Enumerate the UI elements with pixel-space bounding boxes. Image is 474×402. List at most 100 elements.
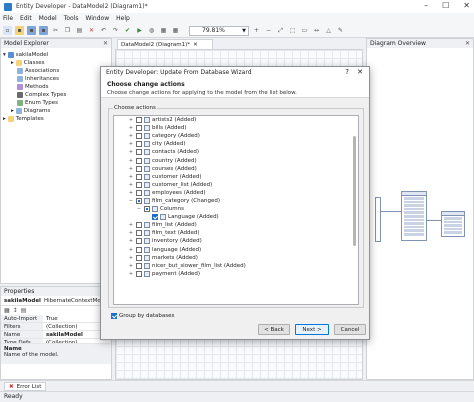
expand-icon[interactable]: + bbox=[128, 165, 134, 173]
action-item[interactable]: + country (Added) bbox=[114, 156, 358, 164]
cancel-button[interactable]: Cancel bbox=[334, 324, 366, 335]
action-item[interactable]: + inventory (Added) bbox=[114, 237, 358, 245]
group-by-checkbox[interactable] bbox=[111, 313, 117, 319]
expand-icon[interactable]: + bbox=[128, 221, 134, 229]
overview-canvas[interactable] bbox=[367, 49, 473, 379]
expand-icon[interactable]: + bbox=[128, 246, 134, 254]
action-checkbox[interactable] bbox=[136, 157, 142, 164]
close-tab-icon[interactable]: ✕ bbox=[193, 42, 198, 48]
alphabetical-icon[interactable]: ↕ bbox=[13, 307, 18, 314]
property-pages-icon[interactable]: ▤ bbox=[21, 307, 27, 314]
action-checkbox[interactable] bbox=[136, 230, 142, 237]
database-icon[interactable]: ◍ bbox=[147, 26, 156, 35]
menu-file[interactable]: File bbox=[3, 15, 13, 22]
grid-icon[interactable]: ▦ bbox=[171, 26, 180, 35]
open-icon[interactable]: ▪ bbox=[15, 26, 24, 35]
back-button[interactable]: < Back bbox=[258, 324, 290, 335]
tree-item-classes[interactable]: ▸ Classes bbox=[3, 59, 109, 67]
action-checkbox[interactable] bbox=[136, 117, 142, 124]
action-item[interactable]: + language (Added) bbox=[114, 246, 358, 254]
tab-diagram1[interactable]: DataModel2 (Diagram1)* ✕ bbox=[117, 39, 213, 49]
action-item[interactable]: Language (Added) bbox=[114, 213, 358, 221]
help-button[interactable]: ? bbox=[345, 68, 349, 76]
undo-icon[interactable]: ↶ bbox=[99, 26, 108, 35]
group-by-databases[interactable]: Group by databases bbox=[109, 313, 174, 319]
collapse-icon[interactable]: − bbox=[128, 197, 134, 205]
categorized-icon[interactable]: ▦ bbox=[4, 307, 10, 314]
zoom-out-icon[interactable]: − bbox=[264, 26, 273, 35]
expand-icon[interactable]: + bbox=[128, 124, 134, 132]
fit-icon[interactable]: ⤢ bbox=[276, 26, 285, 35]
action-checkbox[interactable] bbox=[136, 262, 142, 269]
save-icon[interactable]: ▪ bbox=[27, 26, 36, 35]
menu-model[interactable]: Model bbox=[39, 15, 57, 22]
expand-icon[interactable]: + bbox=[128, 237, 134, 245]
action-item[interactable]: + artists2 (Added) bbox=[114, 116, 358, 124]
tree-item-methods[interactable]: Methods bbox=[3, 83, 109, 91]
generate-icon[interactable]: ▶ bbox=[135, 26, 144, 35]
action-item[interactable]: + markets (Added) bbox=[114, 254, 358, 262]
comment-icon[interactable]: ✎ bbox=[336, 26, 345, 35]
menu-help[interactable]: Help bbox=[116, 15, 130, 22]
list-scrollbar[interactable] bbox=[353, 118, 357, 304]
tree-item-complex-types[interactable]: Complex Types bbox=[3, 91, 109, 99]
action-checkbox[interactable] bbox=[136, 141, 142, 148]
expand-icon[interactable]: + bbox=[128, 140, 134, 148]
association-tool-icon[interactable]: ↔ bbox=[312, 26, 321, 35]
inheritance-tool-icon[interactable]: △ bbox=[324, 26, 333, 35]
expand-icon[interactable]: + bbox=[128, 189, 134, 197]
action-item[interactable]: + category (Added) bbox=[114, 132, 358, 140]
validate-icon[interactable]: ✔ bbox=[123, 26, 132, 35]
property-value[interactable]: (Collection) bbox=[43, 323, 78, 330]
expand-icon[interactable]: + bbox=[128, 229, 134, 237]
property-value[interactable]: sakilaModel bbox=[43, 331, 83, 338]
tree-item-associations[interactable]: Associations bbox=[3, 67, 109, 75]
redo-icon[interactable]: ↷ bbox=[111, 26, 120, 35]
copy-icon[interactable]: ❐ bbox=[63, 26, 72, 35]
minimize-button[interactable]: – bbox=[424, 1, 428, 10]
expand-icon[interactable]: + bbox=[128, 254, 134, 262]
zoom-select[interactable]: 79.81% ▼ bbox=[189, 25, 249, 36]
panel-close-icon[interactable]: ✕ bbox=[465, 40, 470, 47]
expand-icon[interactable]: + bbox=[128, 116, 134, 124]
property-value[interactable]: (Collection) bbox=[43, 339, 78, 343]
class-icon[interactable]: ▭ bbox=[300, 26, 309, 35]
expand-icon[interactable]: + bbox=[128, 262, 134, 270]
action-checkbox[interactable] bbox=[136, 222, 142, 229]
dialog-close-button[interactable]: ✕ bbox=[357, 68, 363, 76]
action-checkbox[interactable] bbox=[136, 125, 142, 132]
scrollbar-thumb[interactable] bbox=[353, 136, 356, 246]
next-button[interactable]: Next > bbox=[295, 324, 329, 335]
actions-list[interactable]: + artists2 (Added) + bills (Added) + category… bbox=[113, 115, 359, 305]
action-checkbox[interactable] bbox=[136, 246, 142, 253]
action-checkbox[interactable] bbox=[152, 214, 158, 221]
delete-icon[interactable]: ✕ bbox=[87, 26, 96, 35]
action-checkbox[interactable] bbox=[136, 238, 142, 245]
action-item[interactable]: + nicer_but_slower_film_list (Added) bbox=[114, 262, 358, 270]
action-checkbox[interactable] bbox=[136, 133, 142, 140]
action-item[interactable]: + contacts (Added) bbox=[114, 148, 358, 156]
close-window-button[interactable]: ✕ bbox=[463, 1, 470, 10]
action-item[interactable]: + city (Added) bbox=[114, 140, 358, 148]
action-item[interactable]: + film_text (Added) bbox=[114, 229, 358, 237]
action-item[interactable]: + bills (Added) bbox=[114, 124, 358, 132]
collapse-icon[interactable]: − bbox=[136, 205, 142, 213]
panel-close-icon[interactable]: ✕ bbox=[103, 40, 108, 47]
property-row[interactable]: Name sakilaModel bbox=[1, 331, 111, 339]
expand-icon[interactable]: + bbox=[128, 157, 134, 165]
action-item[interactable]: − film_category (Changed) bbox=[114, 197, 358, 205]
action-item[interactable]: + courses (Added) bbox=[114, 165, 358, 173]
action-checkbox[interactable] bbox=[144, 206, 150, 213]
action-item[interactable]: − Columns bbox=[114, 205, 358, 213]
action-checkbox[interactable] bbox=[136, 149, 142, 156]
tree-item-inheritances[interactable]: Inheritances bbox=[3, 75, 109, 83]
tree-item-diagrams[interactable]: ▸ Diagrams bbox=[3, 107, 109, 115]
expand-icon[interactable]: + bbox=[128, 173, 134, 181]
expand-icon[interactable]: + bbox=[128, 132, 134, 140]
action-item[interactable]: + film_list (Added) bbox=[114, 221, 358, 229]
action-item[interactable]: + employees (Added) bbox=[114, 189, 358, 197]
action-checkbox[interactable] bbox=[136, 254, 142, 261]
property-row[interactable]: Filters (Collection) bbox=[1, 323, 111, 331]
action-checkbox[interactable] bbox=[136, 189, 142, 196]
expand-icon[interactable]: + bbox=[128, 270, 134, 278]
